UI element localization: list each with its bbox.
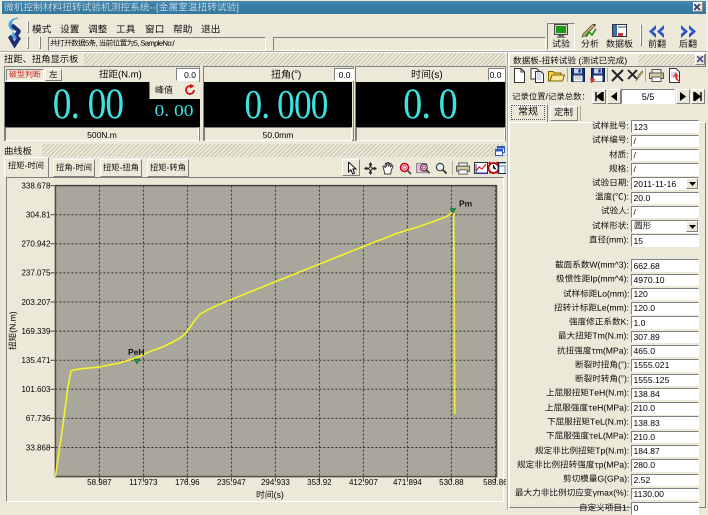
svg-text:33.868: 33.868 <box>26 443 51 452</box>
svg-text:101.603: 101.603 <box>21 385 50 394</box>
svg-text:471.894: 471.894 <box>393 478 422 487</box>
svg-text:412.907: 412.907 <box>349 478 378 487</box>
svg-text:117.973: 117.973 <box>129 478 158 487</box>
svg-text:169.339: 169.339 <box>21 327 50 336</box>
svg-text:Pm: Pm <box>459 198 473 208</box>
svg-text:235.947: 235.947 <box>217 478 246 487</box>
svg-text:237.075: 237.075 <box>21 269 50 278</box>
svg-text:530.88: 530.88 <box>439 478 464 487</box>
svg-text:270.942: 270.942 <box>21 240 50 249</box>
svg-text:176.96: 176.96 <box>175 478 200 487</box>
svg-text:589.86: 589.86 <box>483 478 508 487</box>
svg-text:135.471: 135.471 <box>21 356 50 365</box>
svg-text:294.933: 294.933 <box>261 478 290 487</box>
svg-text:58.987: 58.987 <box>87 478 112 487</box>
svg-text:PeH: PeH <box>128 347 145 357</box>
svg-text:338.678: 338.678 <box>21 181 50 190</box>
svg-text:203.207: 203.207 <box>21 298 50 307</box>
svg-text:353.92: 353.92 <box>307 478 332 487</box>
svg-text:304.81: 304.81 <box>26 211 51 220</box>
svg-text:67.736: 67.736 <box>26 414 51 423</box>
